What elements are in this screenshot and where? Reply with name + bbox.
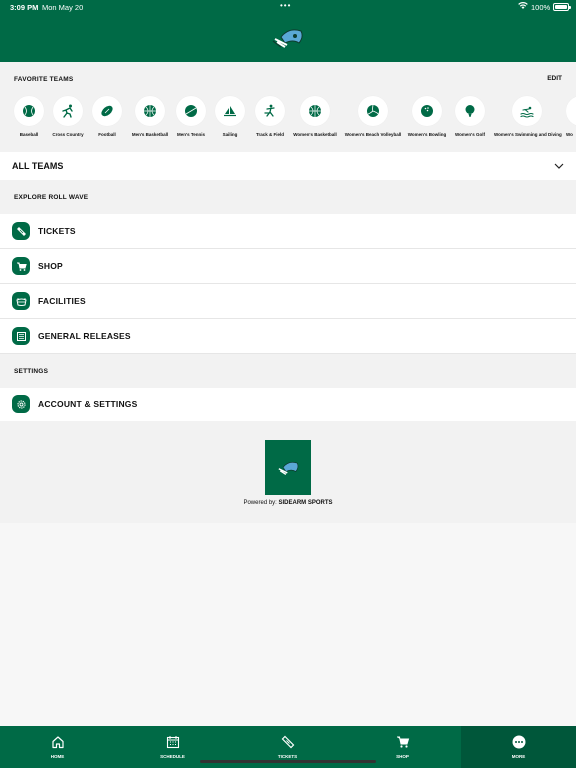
team-logo (271, 27, 305, 49)
shop-row[interactable]: SHOP (0, 249, 576, 284)
swimmer-icon (512, 96, 542, 126)
tickets-label: TICKETS (38, 226, 76, 236)
facilities-label: FACILITIES (38, 296, 86, 306)
team-label: Women's Bowling (407, 132, 447, 137)
app-header: 3:09 PM Mon May 20 ••• 100% (0, 0, 576, 62)
tab-label: SCHEDULE (160, 754, 185, 759)
multitask-dots[interactable]: ••• (280, 1, 291, 10)
settings-section-header: SETTINGS (0, 354, 576, 388)
more-icon (512, 735, 526, 749)
empty-area (0, 523, 576, 726)
settings-title: SETTINGS (14, 368, 49, 375)
powered-by-footer: Powered by: SIDEARM SPORTS (0, 421, 576, 523)
team-icon (566, 96, 576, 126)
team-label: Track & Field (255, 132, 284, 137)
basketball-icon (135, 96, 165, 126)
all-teams-dropdown[interactable]: ALL TEAMS (0, 152, 576, 180)
team-label: Men's Basketball (131, 132, 169, 137)
tab-label: TICKETS (277, 754, 298, 759)
status-date: Mon May 20 (42, 3, 84, 12)
battery-percent: 100% (531, 3, 551, 12)
team-label: Cross Country (52, 132, 84, 137)
team-track-field[interactable]: Track & Field (254, 96, 286, 137)
general-releases-label: GENERAL RELEASES (38, 331, 131, 341)
cart-icon (12, 257, 30, 275)
status-time: 3:09 PM (10, 3, 39, 12)
favorite-teams-section: FAVORITE TEAMS EDIT Baseball Cross Count… (0, 62, 576, 152)
account-settings-label: ACCOUNT & SETTINGS (38, 399, 138, 409)
baseball-icon (14, 96, 44, 126)
team-mens-tennis[interactable]: Men's Tennis (176, 96, 206, 137)
basketball-icon (300, 96, 330, 126)
edit-favorites-button[interactable]: EDIT (547, 75, 562, 82)
tab-more[interactable]: MORE (461, 726, 576, 768)
explore-title: EXPLORE ROLL WAVE (14, 194, 89, 201)
gear-icon (12, 395, 30, 413)
footer-logo (265, 440, 311, 495)
team-label: Men's Tennis (177, 132, 205, 137)
status-bar: 3:09 PM Mon May 20 ••• 100% (0, 0, 576, 14)
all-teams-label: ALL TEAMS (12, 161, 64, 171)
team-label: Football (98, 132, 116, 137)
chevron-down-icon (554, 163, 564, 169)
team-label: Wo (566, 132, 573, 137)
team-label: Sailing (222, 132, 238, 137)
newspaper-icon (12, 327, 30, 345)
team-label: Women's Beach Volleyball (344, 132, 402, 137)
team-womens-basketball[interactable]: Women's Basketball (293, 96, 337, 137)
shop-label: SHOP (38, 261, 63, 271)
facilities-row[interactable]: FACILITIES (0, 284, 576, 319)
account-settings-row[interactable]: ACCOUNT & SETTINGS (0, 388, 576, 421)
ticket-icon (281, 735, 295, 749)
team-cross-country[interactable]: Cross Country (48, 96, 88, 137)
volleyball-icon (358, 96, 388, 126)
hurdler-icon (255, 96, 285, 126)
calendar-icon (166, 736, 180, 749)
runner-icon (53, 96, 83, 126)
team-womens-bowling[interactable]: Women's Bowling (407, 96, 447, 137)
football-icon (92, 96, 122, 126)
ticket-icon (12, 222, 30, 240)
powered-by-text: Powered by: SIDEARM SPORTS (0, 500, 576, 506)
team-mens-basketball[interactable]: Men's Basketball (129, 96, 171, 137)
team-womens-beach-volleyball[interactable]: Women's Beach Volleyball (344, 96, 402, 137)
golf-icon (455, 96, 485, 126)
sailboat-icon (215, 96, 245, 126)
stadium-icon (12, 292, 30, 310)
powered-prefix: Powered by: (243, 500, 277, 506)
tab-label: SHOP (396, 754, 409, 759)
team-womens-swimming-diving[interactable]: Women's Swimming and Diving (494, 96, 562, 137)
team-label: Baseball (19, 132, 39, 137)
cart-icon (397, 736, 410, 748)
sidearm-link[interactable]: SIDEARM SPORTS (279, 500, 333, 506)
team-label: Women's Golf (455, 132, 485, 137)
tab-home[interactable]: HOME (0, 726, 115, 768)
bowling-icon (412, 96, 442, 126)
home-icon (52, 736, 64, 749)
explore-section-header: EXPLORE ROLL WAVE (0, 180, 576, 214)
favorite-teams-title: FAVORITE TEAMS (14, 76, 74, 83)
wifi-icon (518, 1, 528, 12)
team-sailing[interactable]: Sailing (215, 96, 245, 137)
battery-icon (553, 3, 571, 11)
team-label: Women's Basketball (293, 132, 337, 137)
team-womens-golf[interactable]: Women's Golf (454, 96, 486, 137)
team-label: Women's Swimming and Diving (494, 132, 562, 137)
tab-label: HOME (50, 754, 65, 759)
team-football[interactable]: Football (92, 96, 122, 137)
home-indicator[interactable] (200, 760, 376, 763)
team-partial[interactable]: Wo (566, 96, 576, 137)
tickets-row[interactable]: TICKETS (0, 214, 576, 249)
team-baseball[interactable]: Baseball (14, 96, 44, 137)
general-releases-row[interactable]: GENERAL RELEASES (0, 319, 576, 354)
tab-label: MORE (511, 754, 526, 759)
tennis-icon (176, 96, 206, 126)
